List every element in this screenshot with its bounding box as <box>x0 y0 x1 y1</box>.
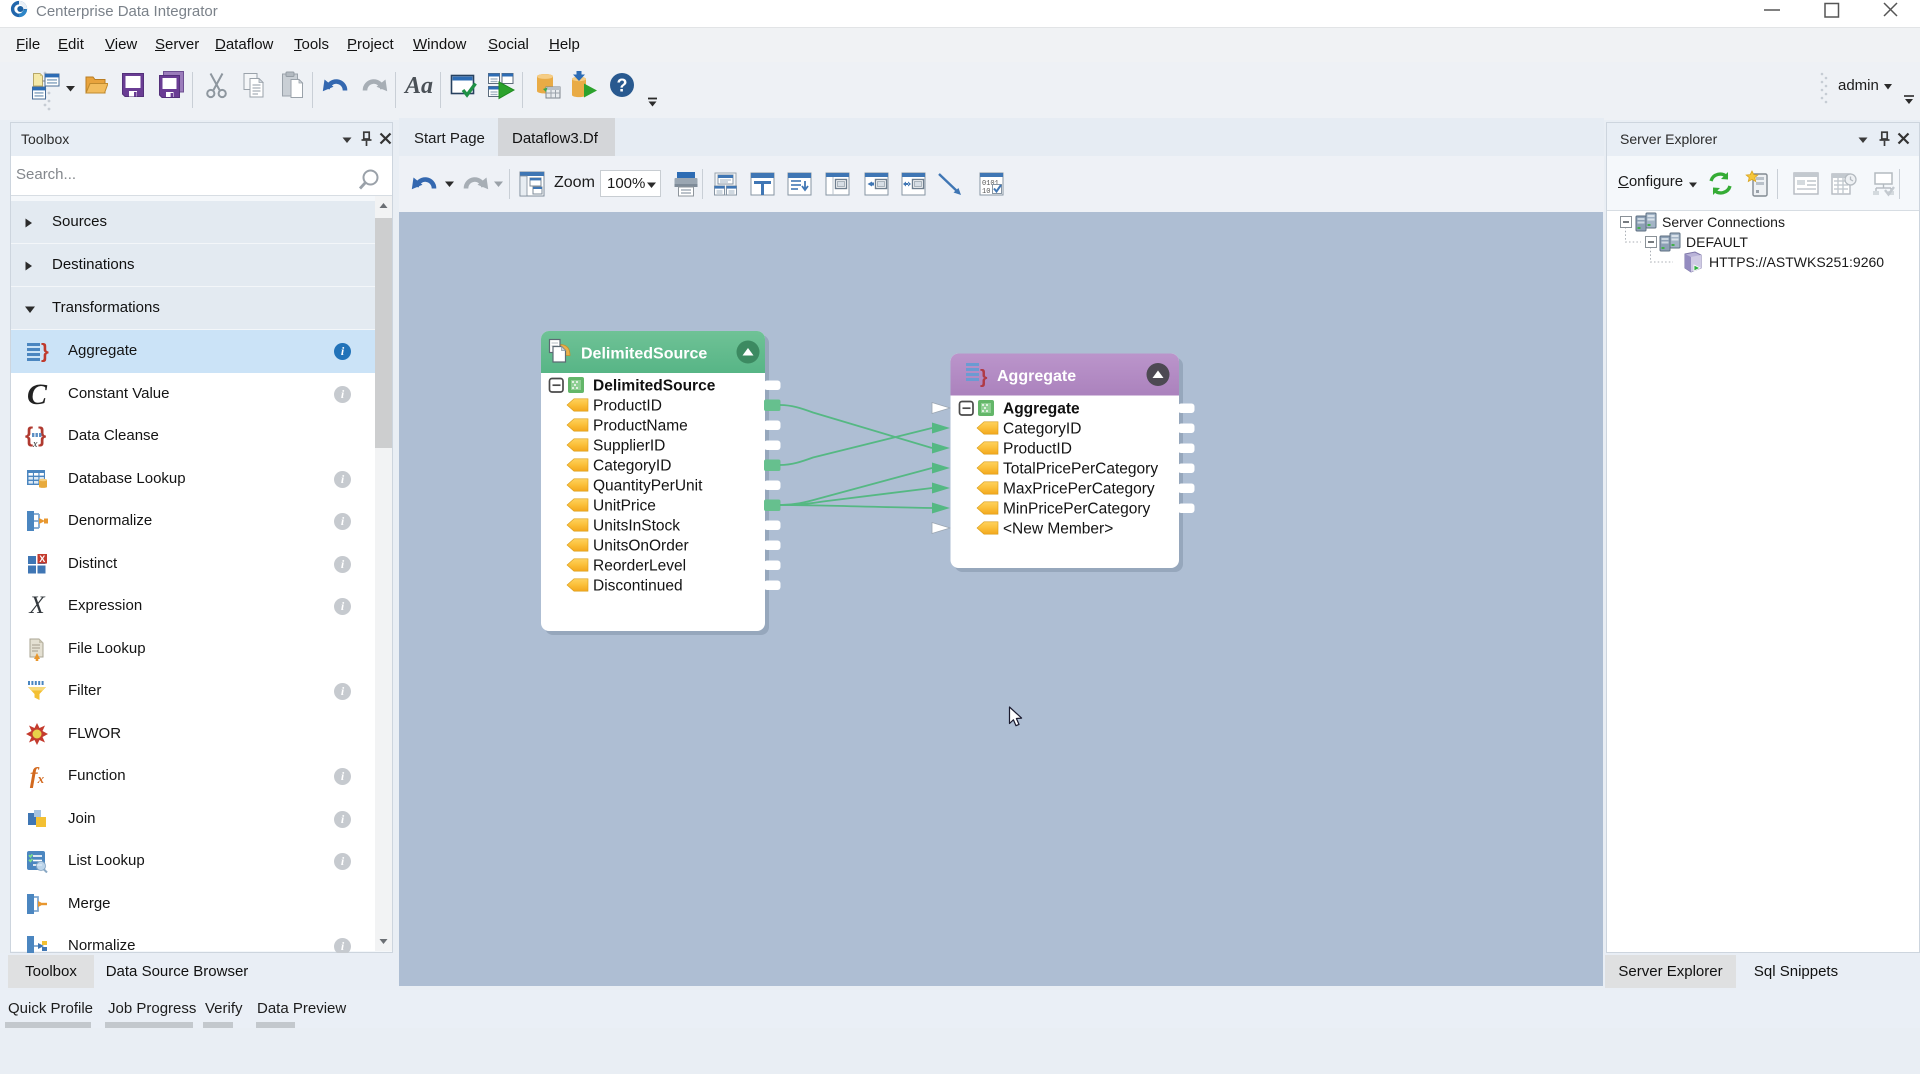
svg-text:UnitPrice: UnitPrice <box>593 498 656 515</box>
svg-text:Aggregate: Aggregate <box>1003 401 1080 418</box>
svg-text:{: { <box>25 424 33 447</box>
svg-text:MaxPricePerCategory: MaxPricePerCategory <box>1003 481 1155 498</box>
svg-text:UnitsInStock: UnitsInStock <box>593 518 680 535</box>
svg-text:<New Member>: <New Member> <box>1003 521 1113 538</box>
svg-text:MinPricePerCategory: MinPricePerCategory <box>1003 501 1151 518</box>
svg-text:CategoryID: CategoryID <box>593 458 671 475</box>
svg-text:?: ? <box>617 76 628 96</box>
svg-text:QuantityPerUnit: QuantityPerUnit <box>593 478 703 495</box>
svg-text:UnitsOnOrder: UnitsOnOrder <box>593 538 689 555</box>
svg-text:X: X <box>39 554 45 564</box>
svg-text:x: x <box>32 439 38 448</box>
svg-text:SupplierID: SupplierID <box>593 438 665 455</box>
svg-text:DelimitedSource: DelimitedSource <box>593 378 716 395</box>
svg-text:DelimitedSource: DelimitedSource <box>581 346 707 363</box>
svg-text:ProductID: ProductID <box>1003 441 1072 458</box>
svg-text:}: } <box>980 367 988 388</box>
svg-text:Aggregate: Aggregate <box>997 368 1076 385</box>
svg-text:ProductID: ProductID <box>593 398 662 415</box>
svg-text:ReorderLevel: ReorderLevel <box>593 558 686 575</box>
svg-text:ProductName: ProductName <box>593 418 688 435</box>
svg-text:}: } <box>41 341 49 363</box>
svg-text:10: 10 <box>982 188 990 196</box>
svg-text:Discontinued: Discontinued <box>593 578 683 595</box>
svg-text:CategoryID: CategoryID <box>1003 421 1081 438</box>
svg-text:TotalPricePerCategory: TotalPricePerCategory <box>1003 461 1158 478</box>
